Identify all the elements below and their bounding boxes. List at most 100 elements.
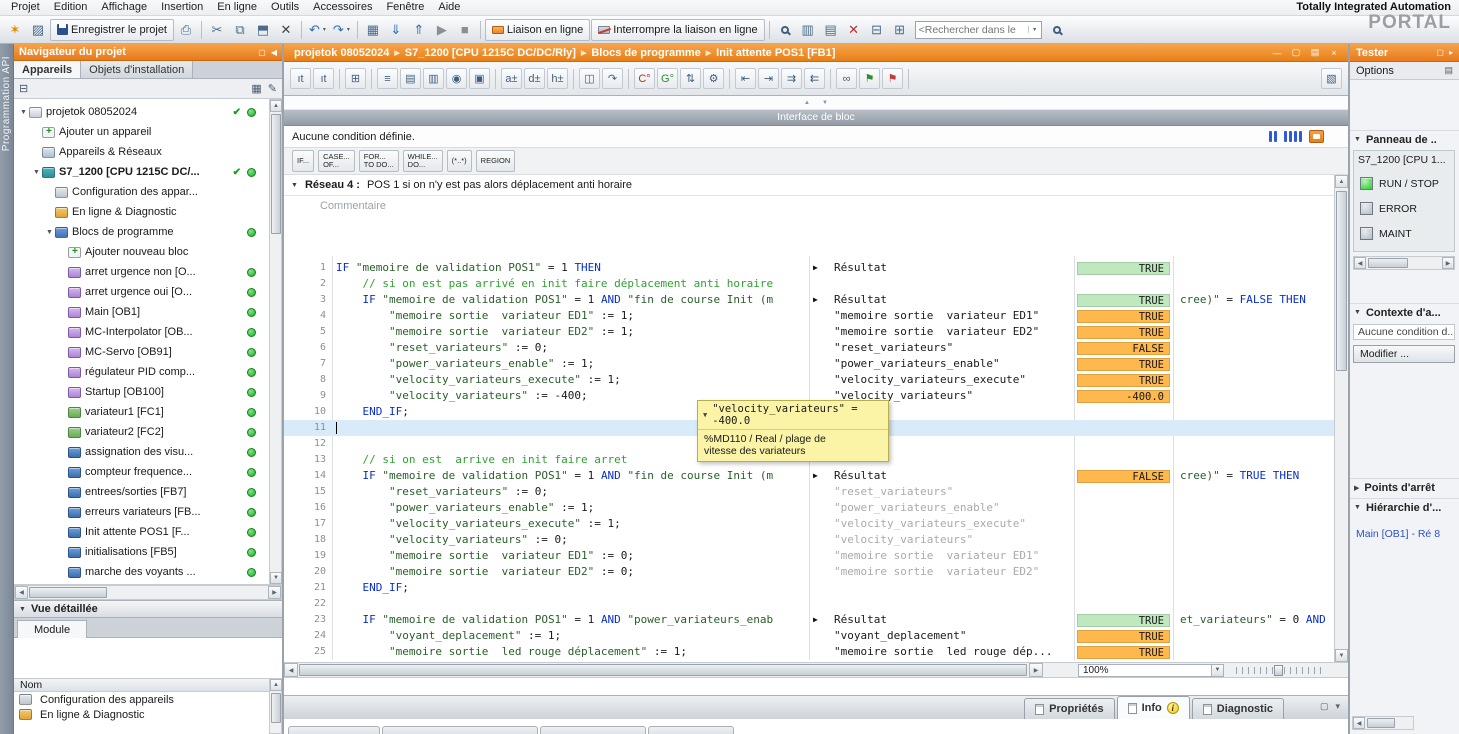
tree-item-arret-urgence-oui-o[interactable]: arret urgence oui [O... xyxy=(14,282,269,302)
menu-affichage[interactable]: Affichage xyxy=(94,1,154,13)
code-line-20[interactable]: 20 "memoire sortie variateur ED2" := 0;"… xyxy=(284,564,1334,580)
close-icon[interactable]: × xyxy=(1328,48,1340,58)
tree-item-ajouter-nouveau-bloc[interactable]: Ajouter nouveau bloc xyxy=(14,242,269,262)
cpu-panel-hscrollbar[interactable]: ◀ ▶ xyxy=(1353,256,1455,270)
editor-hscrollbar[interactable]: ◀ ▶ 100% ▼ xyxy=(284,662,1348,678)
cut-icon[interactable]: ✂ xyxy=(206,19,228,41)
network-header[interactable]: ▼ Réseau 4 : POS 1 si on n'y est pas alo… xyxy=(284,175,1334,196)
modify-button[interactable]: Modifier ... xyxy=(1353,345,1455,363)
tree-item-init-attente-pos1-f[interactable]: Init attente POS1 [F... xyxy=(14,522,269,542)
menu-edition[interactable]: Edition xyxy=(47,1,95,13)
snippet-if[interactable]: IF... xyxy=(292,150,314,172)
editor-rail-tab[interactable]: Programmation API xyxy=(0,44,14,734)
tree-item-assignation-des-visu[interactable]: assignation des visu... xyxy=(14,442,269,462)
jump-to-label-icon[interactable]: ↷ xyxy=(602,68,623,89)
call-hierarchy-link[interactable]: Main [OB1] - Ré 8 xyxy=(1356,528,1440,540)
editor-vscrollbar[interactable]: ▲ ▼ xyxy=(1334,175,1348,662)
tree-expander-icon[interactable]: ▼ xyxy=(44,229,55,236)
update-block-calls-icon[interactable]: ⇅ xyxy=(680,68,701,89)
splitter-down-icon[interactable]: ▼ xyxy=(822,100,828,106)
scroll-up-icon[interactable]: ▲ xyxy=(1335,175,1348,188)
search-input[interactable] xyxy=(916,22,1028,37)
goto-next-icon[interactable]: ⇥ xyxy=(758,68,779,89)
zoom-selector[interactable]: 100% ▼ xyxy=(1078,664,1224,677)
compile-block-icon[interactable]: ⚙ xyxy=(703,68,724,89)
breadcrumb-projetok-08052024[interactable]: projetok 08052024 xyxy=(294,47,389,59)
section-breakpoints[interactable]: ▶ Points d'arrêt xyxy=(1350,478,1459,496)
watch-value[interactable]: -400.0 xyxy=(1077,390,1170,403)
code-line-4[interactable]: 4 "memoire sortie variateur ED1" := 1;"m… xyxy=(284,308,1334,324)
tree-expander-icon[interactable]: ▼ xyxy=(31,169,42,176)
scroll-up-icon[interactable]: ▲ xyxy=(270,100,282,112)
paste-icon[interactable]: ⬒ xyxy=(252,19,274,41)
tree-item-mc-interpolator-ob[interactable]: MC-Interpolator [OB... xyxy=(14,322,269,342)
splitter-handle[interactable]: ▲ ▼ xyxy=(284,96,1348,110)
collapse-panel-icon[interactable]: ▸ xyxy=(1449,48,1453,57)
float-panel-icon[interactable]: ▢ xyxy=(1436,48,1444,57)
scrollbar-thumb[interactable] xyxy=(299,664,1027,676)
section-call-hierarchy[interactable]: ▼ Hiérarchie d'... xyxy=(1350,498,1459,516)
inspector-subtab-1[interactable] xyxy=(288,726,380,734)
detail-row-configuration-des-appareils[interactable]: Configuration des appareils xyxy=(14,692,269,707)
call-structure-icon[interactable]: C° xyxy=(634,68,655,89)
inspector-subtab-3[interactable] xyxy=(540,726,646,734)
scroll-down-icon[interactable]: ▼ xyxy=(1335,649,1348,662)
code-line-6[interactable]: 6 "reset_variateurs" := 0;"reset_variate… xyxy=(284,340,1334,356)
watch-value[interactable]: TRUE xyxy=(1077,630,1170,643)
scroll-right-icon[interactable]: ▶ xyxy=(1442,257,1454,269)
upload-from-device-icon[interactable]: ⇑ xyxy=(408,19,430,41)
scroll-right-icon[interactable]: ▶ xyxy=(1029,663,1043,677)
zoom-slider-thumb[interactable] xyxy=(1274,665,1283,676)
code-line-22[interactable]: 22 xyxy=(284,596,1334,612)
start-simulation-icon[interactable]: ▥ xyxy=(797,19,819,41)
restore-icon[interactable]: ▢ xyxy=(1290,47,1302,58)
menu-projet[interactable]: Projet xyxy=(4,1,47,13)
watch-value[interactable]: TRUE xyxy=(1077,374,1170,387)
tree-expander-icon[interactable]: ▼ xyxy=(18,109,29,116)
tree-item-startup-ob100[interactable]: Startup [OB100] xyxy=(14,382,269,402)
code-line-25[interactable]: 25 "memoire sortie led rouge déplacement… xyxy=(284,644,1334,660)
tree-item-main-ob1[interactable]: Main [OB1] xyxy=(14,302,269,322)
code-line-18[interactable]: 18 "velocity_variateurs" := 0;"velocity_… xyxy=(284,532,1334,548)
snippet-comment[interactable]: (*..*) xyxy=(447,150,472,172)
go-online-button[interactable]: Liaison en ligne xyxy=(485,19,590,41)
project-tree-vscrollbar[interactable]: ▲ ▼ xyxy=(269,99,282,585)
tree-item-variateur2-fc2[interactable]: variateur2 [FC2] xyxy=(14,422,269,442)
inspector-subtab-2[interactable] xyxy=(382,726,538,734)
insert-row-icon[interactable]: ⊞ xyxy=(345,68,366,89)
menu-fenetre[interactable]: Fenêtre xyxy=(379,1,431,13)
code-line-24[interactable]: 24 "voyant_deplacement" := 1;"voyant_dep… xyxy=(284,628,1334,644)
pin-panel-icon[interactable]: ▢ xyxy=(258,48,266,57)
watch-value[interactable]: FALSE xyxy=(1077,470,1170,483)
menu-en-ligne[interactable]: En ligne xyxy=(210,1,264,13)
split-vertical-icon[interactable]: ⊞ xyxy=(889,19,911,41)
display-format-hex-icon[interactable]: h± xyxy=(547,68,568,89)
code-line-5[interactable]: 5 "memoire sortie variateur ED2" := 1;"m… xyxy=(284,324,1334,340)
split-editor-icon[interactable]: ◫ xyxy=(579,68,600,89)
task-card-icon[interactable]: ▤ xyxy=(1444,65,1453,76)
code-line-3[interactable]: 3 IF "memoire de validation POS1" = 1 AN… xyxy=(284,292,1334,308)
save-project-button[interactable]: Enregistrer le projet xyxy=(50,19,174,41)
network-comment-row[interactable]: Commentaire xyxy=(284,196,1334,216)
inspector-subtab-4[interactable] xyxy=(648,726,734,734)
view-options-icon[interactable]: ▦ xyxy=(251,82,261,95)
section-control-panel[interactable]: ▼ Panneau de .. xyxy=(1350,130,1459,148)
tree-item-arret-urgence-non-o[interactable]: arret urgence non [O... xyxy=(14,262,269,282)
block-interface-bar[interactable]: Interface de bloc xyxy=(284,110,1348,126)
code-line-21[interactable]: 21 END_IF; xyxy=(284,580,1334,596)
tab-info[interactable]: Infoi xyxy=(1117,696,1190,719)
tab-diagnostic[interactable]: Diagnostic xyxy=(1192,698,1284,719)
operand-absolute-icon[interactable]: ıt xyxy=(290,68,311,89)
scroll-left-icon[interactable]: ◀ xyxy=(1353,717,1365,729)
code-line-7[interactable]: 7 "power_variateurs_enable" := 1;"power_… xyxy=(284,356,1334,372)
delete-icon[interactable]: ✕ xyxy=(275,19,297,41)
display-format-bin-icon[interactable]: a± xyxy=(501,68,522,89)
goto-previous-icon[interactable]: ⇤ xyxy=(735,68,756,89)
tree-item-marche-des-voyants[interactable]: marche des voyants ... xyxy=(14,562,269,582)
splitter-up-icon[interactable]: ▲ xyxy=(804,100,810,106)
split-horizontal-icon[interactable]: ⊟ xyxy=(866,19,888,41)
compile-icon[interactable]: ▦ xyxy=(362,19,384,41)
search-project-icon[interactable] xyxy=(1046,19,1068,41)
watch-value[interactable]: TRUE xyxy=(1077,326,1170,339)
scroll-down-icon[interactable]: ▼ xyxy=(270,572,282,584)
